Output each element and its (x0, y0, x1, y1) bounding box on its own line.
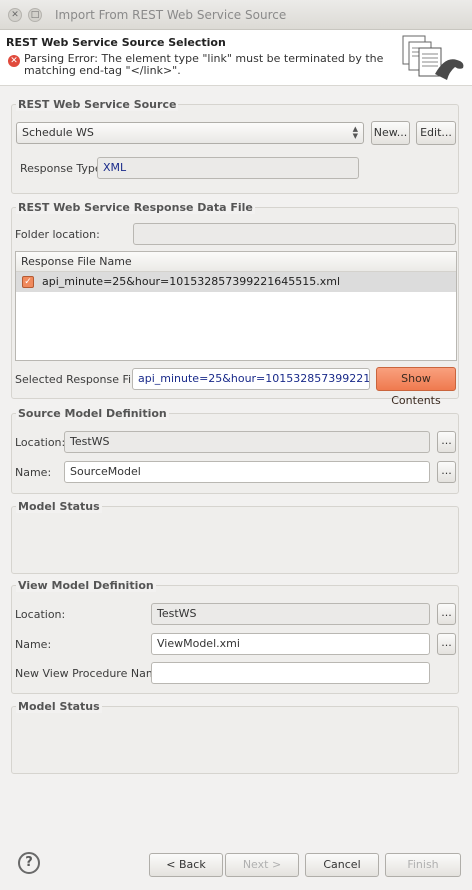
view-model-group-label: View Model Definition (16, 579, 156, 592)
selected-response-file-field[interactable]: api_minute=25&hour=101532857399221645515… (132, 368, 370, 390)
next-button[interactable]: Next > (225, 853, 299, 877)
back-button[interactable]: < Back (149, 853, 223, 877)
view-model-status-label: Model Status (16, 700, 102, 713)
help-icon[interactable]: ? (18, 852, 40, 874)
error-message: Parsing Error: The element type "link" m… (24, 52, 384, 77)
rest-source-group-label: REST Web Service Source (16, 98, 179, 111)
wizard-banner-icon (402, 35, 464, 80)
response-type-label: Response Type (20, 162, 102, 175)
view-location-field[interactable]: TestWS (151, 603, 430, 625)
connection-select[interactable]: Schedule WS ▲ ▼ (16, 122, 364, 144)
view-procedure-label: New View Procedure Name: (15, 667, 168, 680)
response-file-column-header[interactable]: Response File Name (16, 252, 456, 272)
updown-arrows-icon: ▲ ▼ (352, 125, 358, 140)
view-location-browse-button[interactable]: ... (437, 603, 456, 625)
close-icon: ✕ (11, 9, 19, 20)
new-connection-button[interactable]: New... (371, 121, 410, 145)
response-file-name: api_minute=25&hour=101532857399221645515… (42, 275, 341, 288)
folder-location-field[interactable] (133, 223, 456, 245)
source-name-field[interactable]: SourceModel (64, 461, 430, 483)
view-name-label: Name: (15, 638, 52, 651)
error-icon: ✕ (8, 55, 20, 67)
response-type-field[interactable]: XML (97, 157, 359, 179)
source-model-group-label: Source Model Definition (16, 407, 169, 420)
view-name-field[interactable]: ViewModel.xmi (151, 633, 430, 655)
source-model-status-label: Model Status (16, 500, 102, 513)
show-contents-button[interactable]: Show Contents (376, 367, 456, 407)
source-location-browse-button[interactable]: ... (437, 431, 456, 453)
response-file-table: Response File Name ✓ api_minute=25&hour=… (15, 251, 457, 361)
window-title: Import From REST Web Service Source (55, 8, 287, 22)
maximize-icon: □ (30, 9, 40, 20)
folder-location-label: Folder location: (15, 228, 100, 241)
cancel-button[interactable]: Cancel (305, 853, 379, 877)
source-model-status-group (11, 506, 459, 574)
selected-response-file-label: Selected Response File: (15, 373, 145, 386)
edit-connection-button[interactable]: Edit... (416, 121, 456, 145)
source-location-label: Location: (15, 436, 66, 449)
view-location-label: Location: (15, 608, 66, 621)
response-data-group-label: REST Web Service Response Data File (16, 201, 255, 214)
rest-source-group (11, 104, 459, 194)
checkbox-checked-icon[interactable]: ✓ (22, 276, 34, 288)
close-window-button[interactable]: ✕ (8, 8, 22, 22)
view-procedure-field[interactable] (151, 662, 430, 684)
view-name-browse-button[interactable]: ... (437, 633, 456, 655)
source-name-browse-button[interactable]: ... (437, 461, 456, 483)
source-location-field[interactable]: TestWS (64, 431, 430, 453)
view-model-status-group (11, 706, 459, 774)
table-row[interactable]: ✓ api_minute=25&hour=1015328573992216455… (16, 272, 456, 292)
page-title: REST Web Service Source Selection (6, 36, 226, 49)
connection-selected-value: Schedule WS (22, 126, 94, 139)
finish-button[interactable]: Finish (385, 853, 461, 877)
maximize-window-button[interactable]: □ (28, 8, 42, 22)
source-name-label: Name: (15, 466, 52, 479)
